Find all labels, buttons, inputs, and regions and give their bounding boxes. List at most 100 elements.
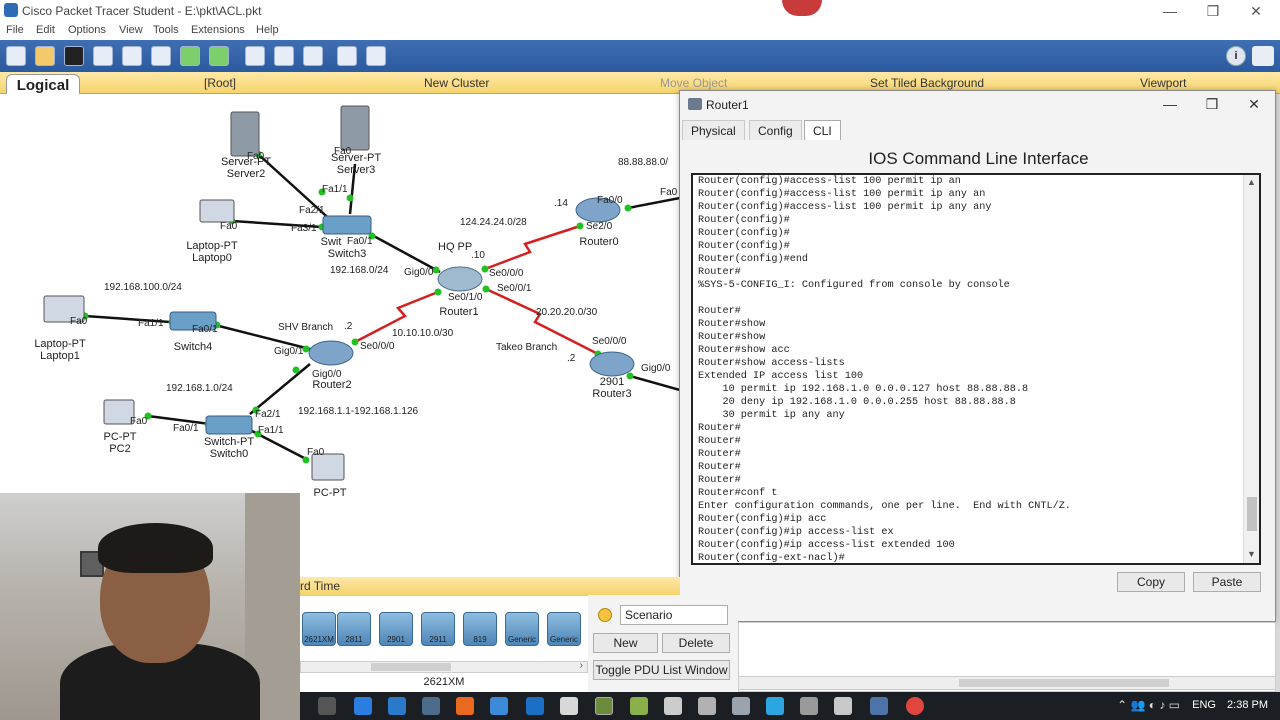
dialog-close-button[interactable]: ✕ [1239,95,1269,113]
dialog-maximize-button[interactable]: ❒ [1197,95,1227,113]
terminal-line: 30 permit ip any any [698,410,845,421]
menu-edit[interactable]: Edit [36,24,55,36]
firefox-icon[interactable] [456,697,474,715]
scenario-panel: Scenario New Delete Toggle PDU List Wind… [588,595,738,692]
realtime-label[interactable]: rd Time [300,579,340,593]
close-button[interactable]: ✕ [1236,2,1276,20]
paste-button[interactable]: Paste [1193,572,1261,592]
system-tray-icons[interactable]: ⌃ 👥 ◐ ♪ ▭ [1117,698,1180,712]
taskbar-app-icon[interactable] [664,697,682,715]
cmd-icon[interactable] [800,697,818,715]
outlook-icon[interactable] [526,697,544,715]
laptop1-model: Laptop-PT [34,338,86,350]
set-tiled-background-button[interactable]: Set Tiled Background [870,76,984,90]
device-palette: 2621XM 2811 2901 2911 819 Generic Generi… [300,595,588,692]
dialog-title: Router1 [706,98,749,112]
link-router0-external [627,196,680,210]
taskbar-app-icon[interactable] [318,697,336,715]
network-label: 20.20.20.0/30 [536,307,598,318]
server3-icon [340,105,370,151]
activity-wizard-icon[interactable] [122,46,142,66]
menu-tools[interactable]: Tools [153,24,179,36]
taskbar-app-icon[interactable] [698,697,716,715]
menu-view[interactable]: View [119,24,143,36]
scroll-up-icon[interactable]: ▲ [1247,177,1256,187]
taskbar-app-icon[interactable] [732,697,750,715]
taskbar-app-icon[interactable] [834,697,852,715]
taskbar-app-icon[interactable] [490,697,508,715]
terminal-scroll-thumb[interactable] [1247,497,1257,531]
menu-extensions[interactable]: Extensions [191,24,245,36]
toggle-pdu-list-button[interactable]: Toggle PDU List Window [593,660,730,680]
tab-physical[interactable]: Physical [682,120,745,140]
dialog-minimize-button[interactable]: — [1155,95,1185,113]
palette-scrollbar[interactable]: › [300,660,588,673]
new-cluster-button[interactable]: New Cluster [424,76,489,90]
topology-canvas[interactable]: Server-PT Server2 Server-PT Server3 Lapt… [0,94,680,499]
port-label: .10 [471,250,485,261]
root-label[interactable]: [Root] [204,76,236,90]
scenario-info-icon[interactable] [598,608,612,622]
info-icon[interactable]: i [1226,46,1246,66]
terminal-line: Router# [698,475,741,486]
delete-scenario-button[interactable]: Delete [662,633,730,653]
terminal-line: Router# [698,306,741,317]
copy-icon[interactable] [151,46,171,66]
terminal-line: Router(config)#end [698,254,809,265]
zoom-out-icon[interactable] [303,46,323,66]
taskbar-app-icon[interactable] [388,697,406,715]
menu-file[interactable]: File [6,24,24,36]
person-hair [98,523,213,573]
redo-icon[interactable] [209,46,229,66]
zoom-reset-icon[interactable] [274,46,294,66]
server2-name: Server2 [226,168,266,180]
maximize-button[interactable]: ❒ [1193,2,1233,20]
packet-tracer-taskbar-icon[interactable] [595,697,613,715]
move-object-button[interactable]: Move Object [660,76,727,90]
taskbar-app-icon[interactable] [422,697,440,715]
taskbar-clock[interactable]: 2:38 PM [1227,699,1268,711]
terminal-scrollbar[interactable]: ▲ ▼ [1243,175,1259,563]
menu-help[interactable]: Help [256,24,279,36]
minimize-button[interactable]: — [1150,2,1190,20]
taskbar-app-icon[interactable] [560,697,578,715]
pdu-scrollbar[interactable] [738,676,1276,690]
new-file-icon[interactable] [6,46,26,66]
copy-button[interactable]: Copy [1117,572,1185,592]
switch3-model: Swit [320,236,342,248]
menu-options[interactable]: Options [68,24,106,36]
palette-icon[interactable] [337,46,357,66]
tab-config[interactable]: Config [749,120,802,140]
taskbar-app-icon[interactable] [870,697,888,715]
scroll-right-icon[interactable]: › [580,660,583,671]
port-label: Fa3/1 [291,223,317,234]
switch0-label: Switch-PT Switch0 [200,436,258,460]
terminal-line: Router# [698,436,741,447]
tab-cli[interactable]: CLI [804,120,841,140]
taskbar-app-icon[interactable] [354,697,372,715]
undo-icon[interactable] [180,46,200,66]
webcam-overlay [0,493,300,720]
new-scenario-button[interactable]: New [593,633,658,653]
zoom-in-icon[interactable] [245,46,265,66]
scenario-select[interactable]: Scenario [620,605,728,625]
network-info-icon[interactable] [1252,46,1274,66]
palette-scroll-thumb[interactable] [371,663,451,671]
scroll-down-icon[interactable]: ▼ [1247,549,1256,559]
recorder-icon[interactable] [906,697,924,715]
pdu-scroll-thumb[interactable] [959,679,1169,687]
viewport-button[interactable]: Viewport [1140,76,1186,90]
network-label: Takeo Branch [496,342,558,353]
save-icon[interactable] [64,46,84,66]
router3-icon [589,351,635,377]
device-label: Generic [549,635,578,644]
cli-terminal[interactable]: Router(config)#access-list 100 permit ip… [691,173,1261,565]
link-router1-router0 [484,224,581,271]
laptop0-label: Laptop-PT Laptop0 [182,240,242,264]
print-icon[interactable] [93,46,113,66]
language-indicator[interactable]: ENG [1192,699,1216,711]
open-folder-icon[interactable] [35,46,55,66]
skype-icon[interactable] [766,697,784,715]
taskbar-app-icon[interactable] [630,697,648,715]
custom-device-icon[interactable] [366,46,386,66]
